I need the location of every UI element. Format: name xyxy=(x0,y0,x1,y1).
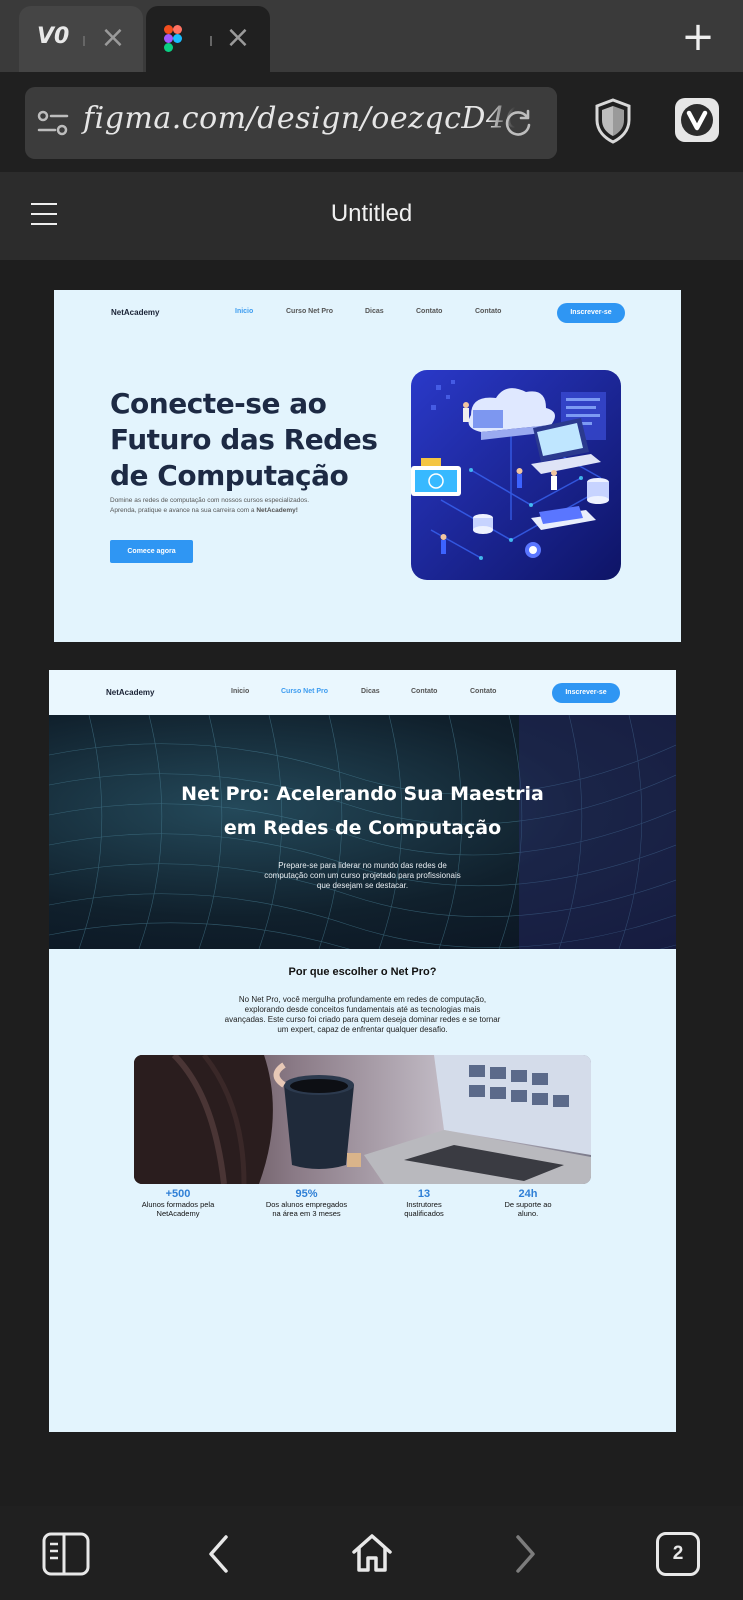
figma-header: Untitled xyxy=(0,172,743,260)
hero-description: Domine as redes de computação com nossos… xyxy=(110,497,310,514)
site-settings-icon[interactable] xyxy=(37,109,69,137)
nav-link-contato-2[interactable]: Contato xyxy=(475,308,501,315)
browser-tab-v0[interactable]: V0 × xyxy=(19,6,143,72)
tab-separator xyxy=(210,36,212,46)
nav-link-dicas[interactable]: Dicas xyxy=(365,308,384,315)
v0-logo-icon: V0 xyxy=(37,24,70,49)
network-isometric-illustration xyxy=(411,370,621,580)
address-bar-row: figma.com/design/oezqcD4GGI xyxy=(0,72,743,172)
stat-label: De suporte ao aluno. xyxy=(504,1200,552,1218)
forward-arrow-icon[interactable] xyxy=(512,1534,538,1574)
banner-title: Net Pro: Acelerando Sua Maestria em Rede… xyxy=(181,783,544,839)
stat-label: Alunos formados pela NetAcademy xyxy=(141,1200,215,1218)
stat-value: 13 xyxy=(417,1188,431,1200)
nav-link-curso[interactable]: Curso Net Pro xyxy=(286,308,333,315)
laptop-coffee-photo xyxy=(134,1055,591,1184)
hero-title: Conecte-se ao Futuro das Redes de Comput… xyxy=(110,387,378,492)
frame-net-pro[interactable]: NetAcademy Inicio Curso Net Pro Dicas Co… xyxy=(49,670,676,1432)
tab-separator xyxy=(83,36,85,46)
document-title[interactable]: Untitled xyxy=(0,200,743,228)
why-paragraph: No Net Pro, você mergulha profundamente … xyxy=(224,995,501,1034)
stat-suporte: 24h De suporte ao aluno. xyxy=(493,1188,563,1218)
browser-tab-strip: V0 × × + xyxy=(0,0,743,72)
stat-label: Instrutores qualificados xyxy=(404,1200,444,1218)
why-heading: Por que escolher o Net Pro? xyxy=(288,966,437,978)
comece-agora-button[interactable]: Comece agora xyxy=(110,540,193,563)
stat-value: 95% xyxy=(295,1188,318,1200)
nav-link-contato[interactable]: Contato xyxy=(416,308,442,315)
shield-blocker-icon[interactable] xyxy=(594,98,632,144)
close-tab-icon[interactable]: × xyxy=(224,23,252,53)
reload-icon[interactable] xyxy=(503,108,533,138)
figma-logo-icon xyxy=(164,25,182,52)
stat-value: +500 xyxy=(165,1188,191,1200)
vivaldi-logo-icon xyxy=(681,104,713,136)
figma-canvas[interactable]: NetAcademy Inicio Curso Net Pro Dicas Co… xyxy=(0,260,743,1506)
frame-home[interactable]: NetAcademy Inicio Curso Net Pro Dicas Co… xyxy=(54,290,681,642)
inscrever-button[interactable]: Inscrever-se xyxy=(552,683,620,703)
browser-tab-figma[interactable]: × xyxy=(146,6,270,72)
nav-logo: NetAcademy xyxy=(111,308,160,317)
nav-link-curso[interactable]: Curso Net Pro xyxy=(281,688,328,695)
url-text: figma.com/design/oezqcD4GGI xyxy=(83,101,557,136)
nav-link-contato[interactable]: Contato xyxy=(411,688,437,695)
nav-link-contato-2[interactable]: Contato xyxy=(470,688,496,695)
stat-empregados: 95% Dos alunos empregados na área em 3 m… xyxy=(254,1188,359,1218)
vivaldi-menu-button[interactable] xyxy=(675,98,719,142)
stat-instrutores: 13 Instrutores qualificados xyxy=(389,1188,459,1218)
tab-switcher-button[interactable]: 2 xyxy=(656,1532,700,1576)
stat-value: 24h xyxy=(518,1188,538,1200)
stat-alunos: +500 Alunos formados pela NetAcademy xyxy=(134,1188,222,1218)
inscrever-button[interactable]: Inscrever-se xyxy=(557,303,625,323)
url-field[interactable]: figma.com/design/oezqcD4GGI xyxy=(25,87,557,159)
browser-bottom-bar: 2 xyxy=(0,1506,743,1600)
nav-link-inicio[interactable]: Inicio xyxy=(235,308,253,315)
nav-logo: NetAcademy xyxy=(106,688,155,697)
home-icon[interactable] xyxy=(350,1532,394,1574)
nav-link-dicas[interactable]: Dicas xyxy=(361,688,380,695)
close-tab-icon[interactable]: × xyxy=(99,23,127,53)
panel-toggle-icon[interactable] xyxy=(42,1532,90,1576)
nav-link-inicio[interactable]: Inicio xyxy=(231,688,249,695)
banner-description: Prepare-se para liderar no mundo das red… xyxy=(264,861,461,890)
new-tab-button[interactable]: + xyxy=(680,17,716,57)
hero-banner: Net Pro: Acelerando Sua Maestria em Rede… xyxy=(49,715,676,949)
back-arrow-icon[interactable] xyxy=(206,1534,232,1574)
stat-label: Dos alunos empregados na área em 3 meses xyxy=(265,1200,348,1218)
